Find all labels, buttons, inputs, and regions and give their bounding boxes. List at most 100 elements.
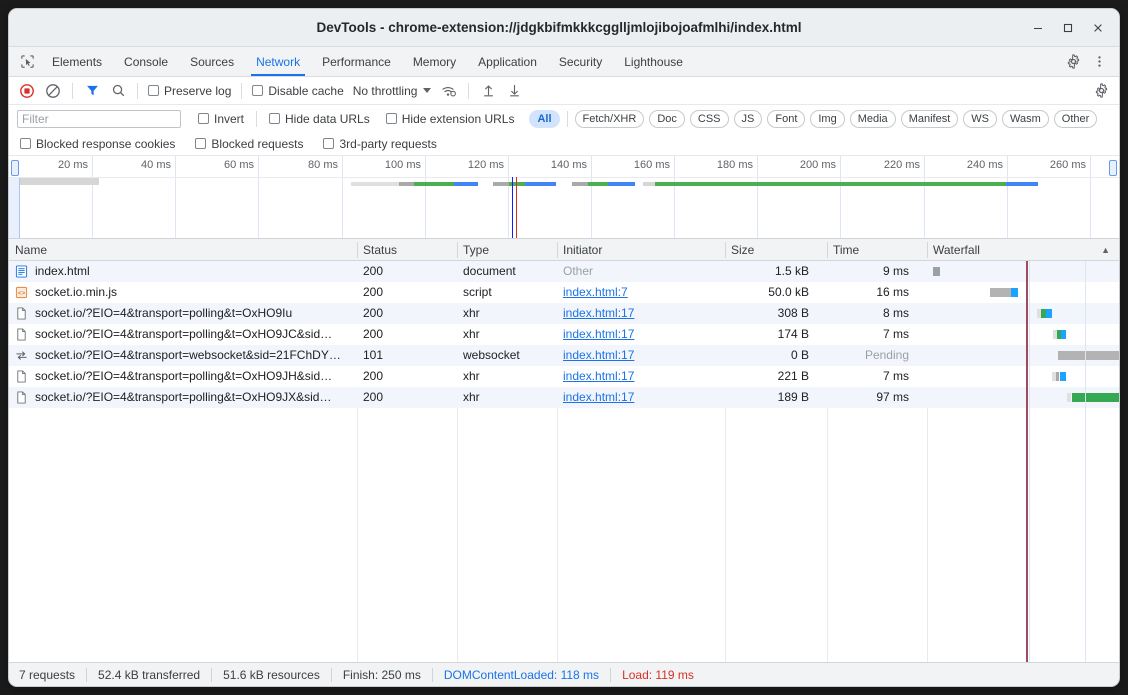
cell-status: 101 [357,345,445,366]
overview-dcl-marker [512,177,513,238]
clear-requests-icon[interactable] [41,79,65,103]
overview-band-segment [351,182,398,186]
waterfall-bar-segment [1061,330,1066,339]
cell-waterfall [927,261,1119,282]
overview-tick [924,156,925,238]
funnel-filter-icon[interactable] [80,79,104,103]
hide-extension-urls-box [386,113,397,124]
overview-band-segment [399,182,415,186]
network-settings-gear-icon[interactable] [1089,79,1113,103]
type-filter-doc[interactable]: Doc [649,110,685,128]
search-icon[interactable] [106,79,130,103]
disable-cache-box [252,85,263,96]
throttling-dropdown[interactable]: No throttling [349,84,436,98]
type-filter-other[interactable]: Other [1054,110,1098,128]
type-filter-manifest[interactable]: Manifest [901,110,959,128]
sort-ascending-icon[interactable]: ▲ [1101,245,1110,255]
export-har-icon[interactable] [502,79,526,103]
overview-right-handle[interactable] [1109,160,1117,176]
cell-initiator[interactable]: index.html:7 [557,282,713,303]
table-row[interactable]: socket.io/?EIO=4&transport=polling&t=OxH… [9,303,1119,324]
table-row[interactable]: socket.io/?EIO=4&transport=websocket&sid… [9,345,1119,366]
column-header-initiator[interactable]: Initiator [557,239,725,261]
hide-data-urls-checkbox[interactable]: Hide data URLs [266,112,373,126]
tab-application[interactable]: Application [467,47,548,76]
filter-input[interactable] [17,110,181,128]
inspect-element-icon[interactable] [13,47,41,76]
tab-elements[interactable]: Elements [41,47,113,76]
overview-tick-label: 240 ms [967,159,1007,171]
network-overview-timeline[interactable]: 20 ms40 ms60 ms80 ms100 ms120 ms140 ms16… [9,156,1119,239]
type-filter-ws[interactable]: WS [963,110,997,128]
cell-initiator[interactable]: index.html:17 [557,366,713,387]
network-conditions-icon[interactable] [437,79,461,103]
cell-waterfall [927,324,1119,345]
tab-label: Sources [190,55,234,69]
invert-checkbox[interactable]: Invert [195,112,247,126]
overview-tick [258,156,259,238]
column-header-waterfall[interactable]: Waterfall [927,239,1119,261]
minimize-button[interactable] [1025,15,1051,41]
column-header-size[interactable]: Size [725,239,827,261]
column-header-type[interactable]: Type [457,239,557,261]
type-filter-img[interactable]: Img [810,110,844,128]
status-domcontentloaded: DOMContentLoaded: 118 ms [433,668,610,682]
tab-performance[interactable]: Performance [311,47,402,76]
status-load: Load: 119 ms [611,668,705,682]
hide-extension-urls-checkbox[interactable]: Hide extension URLs [383,112,518,126]
cell-initiator[interactable]: index.html:17 [557,303,713,324]
overview-tick-label: 80 ms [308,159,342,171]
table-row[interactable]: index.html200documentOther1.5 kB9 ms [9,261,1119,282]
preserve-log-checkbox[interactable]: Preserve log [145,84,234,98]
third-party-requests-checkbox[interactable]: 3rd-party requests [320,137,439,151]
tab-sources[interactable]: Sources [179,47,245,76]
table-row[interactable]: socket.io/?EIO=4&transport=polling&t=OxH… [9,387,1119,408]
type-filter-all[interactable]: All [529,110,559,128]
overview-tick [92,156,93,238]
cell-initiator[interactable]: index.html:17 [557,387,713,408]
overview-band-segment [493,182,509,186]
overview-left-handle[interactable] [11,160,19,176]
blocked-response-cookies-box [20,138,31,149]
overview-tick [1007,156,1008,238]
toolbar-divider-4 [468,83,469,99]
maximize-button[interactable] [1055,15,1081,41]
record-stop-icon[interactable] [15,79,39,103]
type-filter-fetch-xhr[interactable]: Fetch/XHR [575,110,645,128]
type-filter-wasm[interactable]: Wasm [1002,110,1049,128]
table-row[interactable]: socket.io/?EIO=4&transport=polling&t=OxH… [9,324,1119,345]
blocked-requests-checkbox[interactable]: Blocked requests [192,137,306,151]
tab-console[interactable]: Console [113,47,179,76]
tab-memory[interactable]: Memory [402,47,467,76]
blocked-response-cookies-checkbox[interactable]: Blocked response cookies [17,137,178,151]
settings-gear-icon[interactable] [1061,50,1085,74]
column-header-time[interactable]: Time [827,239,927,261]
more-vertical-icon[interactable] [1087,50,1111,74]
cell-initiator[interactable]: index.html:17 [557,345,713,366]
table-row[interactable]: <>socket.io.min.js200scriptindex.html:75… [9,282,1119,303]
column-header-name[interactable]: Name [9,239,357,261]
close-button[interactable] [1085,15,1111,41]
cell-time: 9 ms [827,261,915,282]
type-filter-font[interactable]: Font [767,110,805,128]
table-row[interactable]: socket.io/?EIO=4&transport=polling&t=OxH… [9,366,1119,387]
cell-size: 308 B [725,303,815,324]
waterfall-bar-segment [1060,372,1066,381]
type-filter-js[interactable]: JS [734,110,763,128]
invert-label: Invert [214,112,244,126]
tab-security[interactable]: Security [548,47,613,76]
cell-name: socket.io/?EIO=4&transport=websocket&sid… [9,345,345,366]
cell-waterfall [927,387,1119,408]
overview-tick-label: 60 ms [224,159,258,171]
tab-network[interactable]: Network [245,47,311,76]
tab-lighthouse[interactable]: Lighthouse [613,47,694,76]
cell-initiator[interactable]: index.html:17 [557,324,713,345]
type-filter-css[interactable]: CSS [690,110,729,128]
import-har-icon[interactable] [476,79,500,103]
tab-label: Lighthouse [624,55,683,69]
disable-cache-checkbox[interactable]: Disable cache [249,84,346,98]
overview-selection-window[interactable] [9,178,20,238]
type-filter-media[interactable]: Media [850,110,896,128]
column-header-status[interactable]: Status [357,239,457,261]
cell-waterfall [927,345,1119,366]
